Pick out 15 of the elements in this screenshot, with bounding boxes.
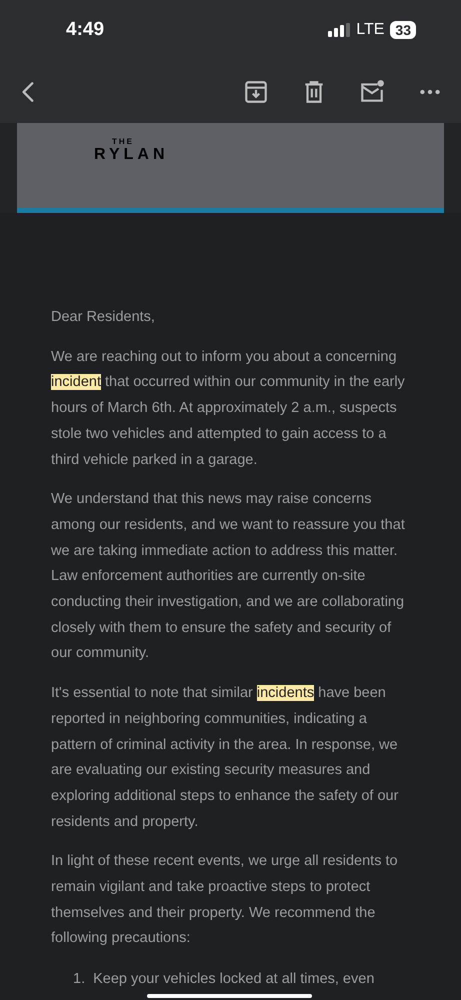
logo-text: RYLAN: [94, 146, 170, 164]
greeting-text: Dear Residents,: [51, 308, 156, 327]
body-paragraph: It's essential to note that similar incidents have been reported in neighboring communities, indicating a pattern of criminal activity in the area. In response, we are evaluating our existing security measures and exploring additional steps to enhance the safety of our residents and property.: [51, 684, 400, 832]
battery-level: 33: [390, 21, 416, 39]
archive-icon[interactable]: [243, 78, 269, 104]
body-paragraph: In light of these recent events, we urge all residents to remain vigilant and take proactive steps to protect themselves and their property. We recommend the following precautions:: [51, 852, 399, 948]
envelope-dot-icon[interactable]: [359, 78, 385, 104]
logo-small-text: THE: [111, 137, 135, 146]
network-label: LTE: [356, 21, 384, 39]
body-paragraph: We are reaching out to inform you about a concerning incident that occurred within our community in the early hours of March 6th. At approximately 2 a.m., suspects stole two vehicles and attempted to gain access to a third vehicle parked in a garage.: [51, 348, 406, 470]
list-number: 1.: [73, 970, 86, 988]
list-item-text: Keep your vehicles locked at all times, even: [93, 970, 374, 988]
body-paragraph: We understand that this news may raise concerns among our residents, and we want to reassure you that we are taking immediate action to address this matter. Law enforcement authorities are currently on-site conducting their investigation, and we are collaborating closely with them to ensure the safety and security of our community.: [51, 490, 406, 664]
status-time: 4:49: [66, 19, 106, 41]
signal-icon: [328, 23, 350, 37]
